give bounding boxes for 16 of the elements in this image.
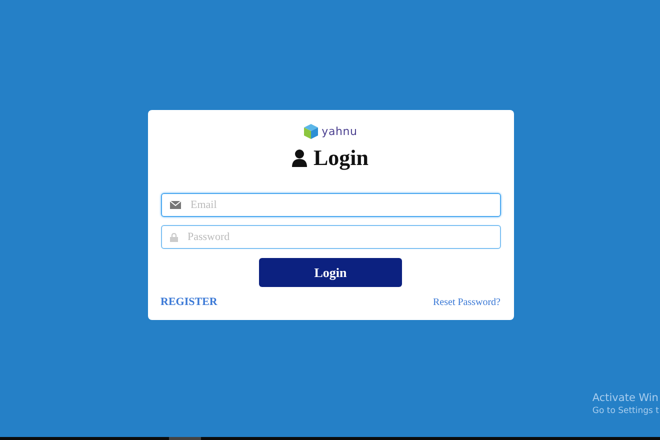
login-heading: Login [313, 145, 369, 171]
reset-password-link[interactable]: Reset Password? [433, 296, 500, 308]
password-input[interactable]: Password [186, 230, 492, 244]
activation-subtitle: Go to Settings t [592, 406, 659, 416]
email-input[interactable]: Email [188, 198, 492, 212]
activation-title: Activate Win [592, 392, 659, 404]
cube-logo-icon [304, 124, 318, 139]
envelope-icon [170, 201, 180, 209]
user-icon [292, 149, 308, 167]
password-field[interactable]: Password [160, 225, 500, 249]
logo-text: yahnu [322, 125, 358, 138]
taskbar-item[interactable] [169, 437, 201, 440]
register-link[interactable]: REGISTER [160, 296, 218, 308]
email-field[interactable]: Email [160, 193, 500, 217]
lock-icon [170, 232, 178, 242]
login-button[interactable]: Login [259, 258, 402, 287]
